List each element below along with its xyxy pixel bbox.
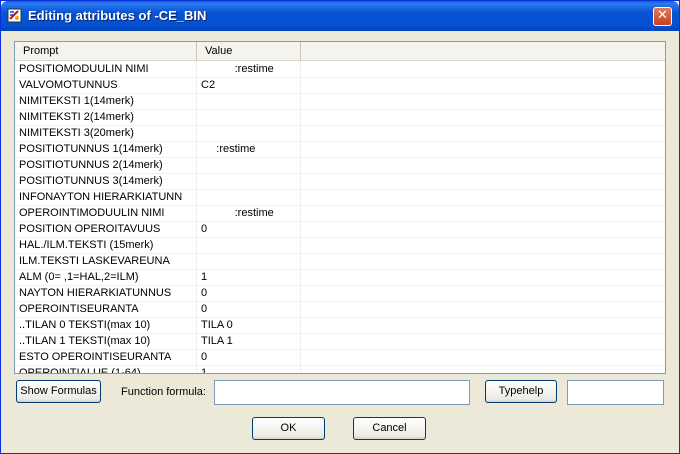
prompt-cell: POSITIOMODUULIN NIMI <box>19 63 149 75</box>
value-cell[interactable]: C2 <box>201 78 297 93</box>
window-title: Editing attributes of -CE_BIN <box>28 8 207 23</box>
table-header: Prompt Value <box>15 42 665 61</box>
table-row[interactable]: POSITIOTUNNUS 3(14merk) <box>15 174 665 190</box>
prompt-cell: POSITIOTUNNUS 2(14merk) <box>19 159 163 171</box>
value-cell[interactable]: 0 <box>201 302 297 317</box>
value-cell[interactable]: 0 <box>201 286 297 301</box>
cancel-button[interactable]: Cancel <box>353 417 426 440</box>
table-row[interactable]: INFONAYTON HIERARKIATUNN <box>15 190 665 206</box>
prompt-cell: ALM (0= ,1=HAL,2=ILM) <box>19 271 139 283</box>
prompt-cell: POSITIOTUNNUS 3(14merk) <box>19 175 163 187</box>
table-row[interactable]: NIMITEKSTI 3(20merk) <box>15 126 665 142</box>
function-formula-input[interactable] <box>214 380 470 405</box>
table-row[interactable]: OPEROINTIALUE (1-64) 1 <box>15 366 665 374</box>
column-header-prompt[interactable]: Prompt <box>15 42 197 60</box>
table-row[interactable]: NAYTON HIERARKIATUNNUS 0 <box>15 286 665 302</box>
value-cell[interactable]: TILA 0 <box>201 318 297 333</box>
prompt-cell: NIMITEKSTI 1(14merk) <box>19 95 134 107</box>
table-row[interactable]: ..TILAN 0 TEKSTI(max 10) TILA 0 <box>15 318 665 334</box>
value-cell[interactable]: 1 <box>201 270 297 285</box>
table-row[interactable]: POSITION OPEROITAVUUS 0 <box>15 222 665 238</box>
table-row[interactable]: HAL./ILM.TEKSTI (15merk) <box>15 238 665 254</box>
table-row[interactable]: NIMITEKSTI 2(14merk) <box>15 110 665 126</box>
column-header-value[interactable]: Value <box>197 42 301 60</box>
value-cell[interactable]: TILA 1 <box>201 334 297 349</box>
table-row[interactable]: POSITIOTUNNUS 2(14merk) <box>15 158 665 174</box>
table-row[interactable]: ILM.TEKSTI LASKEVAREUNA <box>15 254 665 270</box>
value-cell[interactable]: 0 <box>201 350 297 365</box>
typehelp-button[interactable]: Typehelp <box>485 380 557 403</box>
table-body: POSITIOMODUULIN NIMI :restime VALVOMOTUNN… <box>15 62 665 374</box>
prompt-cell: POSITION OPEROITAVUUS <box>19 223 161 235</box>
attributes-table: Prompt Value POSITIOMODUULIN NIMI :resti… <box>14 41 666 374</box>
prompt-cell: INFONAYTON HIERARKIATUNN <box>19 191 183 203</box>
value-cell[interactable]: :restime <box>201 206 297 221</box>
value-cell[interactable]: :restime <box>201 142 297 157</box>
prompt-cell: POSITIOTUNNUS 1(14merk) <box>19 143 163 155</box>
table-row[interactable]: NIMITEKSTI 1(14merk) <box>15 94 665 110</box>
dialog-client-area: Prompt Value POSITIOMODUULIN NIMI :resti… <box>4 31 676 451</box>
prompt-cell: ..TILAN 0 TEKSTI(max 10) <box>19 319 151 331</box>
prompt-cell: NAYTON HIERARKIATUNNUS <box>19 287 172 299</box>
show-formulas-button[interactable]: Show Formulas <box>16 380 101 403</box>
value-cell[interactable]: :restime <box>201 62 297 77</box>
close-button[interactable]: ✕ <box>653 7 672 26</box>
prompt-cell: VALVOMOTUNNUS <box>19 79 118 91</box>
table-row[interactable]: ESTO OPEROINTISEURANTA 0 <box>15 350 665 366</box>
prompt-cell: NIMITEKSTI 2(14merk) <box>19 111 134 123</box>
prompt-cell: HAL./ILM.TEKSTI (15merk) <box>19 239 154 251</box>
prompt-cell: ..TILAN 1 TEKSTI(max 10) <box>19 335 151 347</box>
typehelp-field[interactable] <box>567 380 664 405</box>
table-row[interactable]: OPEROINTIMODUULIN NIMI :restime <box>15 206 665 222</box>
table-row[interactable]: POSITIOMODUULIN NIMI :restime <box>15 62 665 78</box>
dialog-window: Editing attributes of -CE_BIN ✕ Prompt V… <box>0 0 680 454</box>
table-row[interactable]: ..TILAN 1 TEKSTI(max 10) TILA 1 <box>15 334 665 350</box>
prompt-cell: ESTO OPEROINTISEURANTA <box>19 351 172 363</box>
table-row[interactable]: VALVOMOTUNNUS C2 <box>15 78 665 94</box>
app-icon <box>7 8 22 23</box>
table-row[interactable]: POSITIOTUNNUS 1(14merk) :restime <box>15 142 665 158</box>
ok-button[interactable]: OK <box>252 417 325 440</box>
function-formula-label: Function formula: <box>121 386 206 398</box>
prompt-cell: NIMITEKSTI 3(20merk) <box>19 127 134 139</box>
title-bar[interactable]: Editing attributes of -CE_BIN ✕ <box>1 1 679 31</box>
close-icon: ✕ <box>657 8 668 23</box>
prompt-cell: OPEROINTISEURANTA <box>19 303 139 315</box>
prompt-cell: ILM.TEKSTI LASKEVAREUNA <box>19 255 170 267</box>
prompt-cell: OPEROINTIMODUULIN NIMI <box>19 207 165 219</box>
table-row[interactable]: ALM (0= ,1=HAL,2=ILM) 1 <box>15 270 665 286</box>
value-cell[interactable]: 0 <box>201 222 297 237</box>
prompt-cell: OPEROINTIALUE (1-64) <box>19 367 141 374</box>
value-cell[interactable]: 1 <box>201 366 297 373</box>
table-row[interactable]: OPEROINTISEURANTA 0 <box>15 302 665 318</box>
